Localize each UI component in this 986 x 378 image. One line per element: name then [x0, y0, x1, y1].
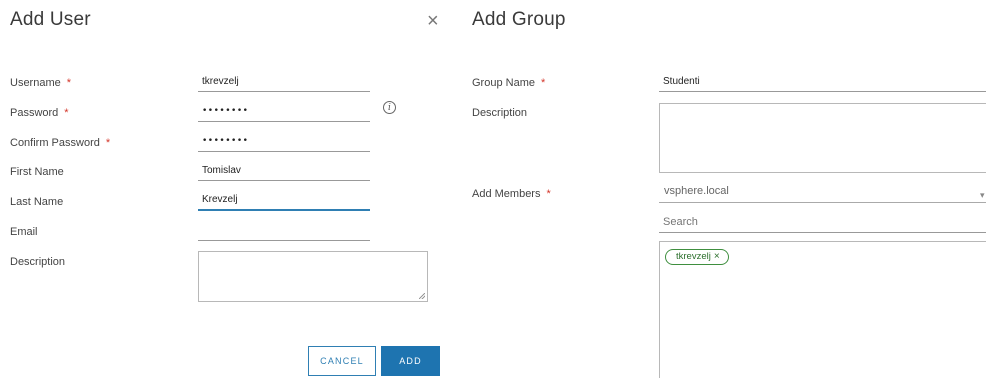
email-label: Email	[10, 226, 38, 238]
member-chip: tkrevzelj ×	[665, 249, 729, 265]
add-members-label: Add Members *	[472, 188, 551, 200]
username-label-text: Username	[10, 77, 61, 89]
required-marker: *	[546, 188, 551, 200]
required-marker: *	[64, 107, 69, 119]
close-icon[interactable]: ×	[427, 11, 439, 31]
group-name-label: Group Name *	[472, 77, 545, 89]
resize-grip-icon[interactable]	[419, 293, 425, 299]
chevron-down-icon[interactable]: ▾	[980, 190, 985, 201]
first-name-input[interactable]	[198, 163, 370, 181]
required-marker: *	[540, 77, 546, 89]
first-name-label: First Name	[10, 166, 64, 178]
group-description-textarea[interactable]	[659, 103, 986, 173]
cancel-button[interactable]: CANCEL	[308, 346, 376, 376]
domain-select-value: vsphere.local	[664, 185, 729, 197]
info-icon[interactable]: i	[383, 101, 396, 114]
last-name-label: Last Name	[10, 196, 64, 208]
email-input[interactable]	[198, 223, 370, 241]
last-name-input[interactable]	[198, 193, 370, 211]
username-label: Username *	[10, 77, 71, 89]
username-input[interactable]	[198, 74, 370, 92]
add-members-label-text: Add Members	[472, 188, 541, 200]
password-input[interactable]	[198, 104, 370, 122]
domain-select[interactable]: vsphere.local	[659, 185, 986, 203]
member-chip-label: tkrevzelj	[676, 251, 711, 262]
required-marker: *	[66, 77, 72, 89]
members-list: tkrevzelj ×	[659, 241, 986, 378]
add-user-title: Add User	[10, 9, 91, 30]
add-button[interactable]: ADD	[381, 346, 440, 376]
confirm-password-label-text: Confirm Password	[10, 137, 100, 149]
required-marker: *	[105, 137, 111, 149]
password-label-text: Password	[10, 107, 59, 119]
user-description-label: Description	[10, 256, 66, 268]
user-description-textarea[interactable]	[198, 251, 428, 302]
remove-member-icon[interactable]: ×	[714, 251, 720, 262]
group-name-label-text: Group Name	[472, 77, 535, 89]
password-label: Password *	[10, 107, 69, 119]
confirm-password-label: Confirm Password *	[10, 137, 110, 149]
group-name-input[interactable]	[659, 74, 986, 92]
add-group-title: Add Group	[472, 9, 566, 30]
confirm-password-input[interactable]	[198, 134, 370, 152]
member-search-input[interactable]	[659, 215, 986, 233]
group-description-label: Description	[472, 107, 528, 119]
